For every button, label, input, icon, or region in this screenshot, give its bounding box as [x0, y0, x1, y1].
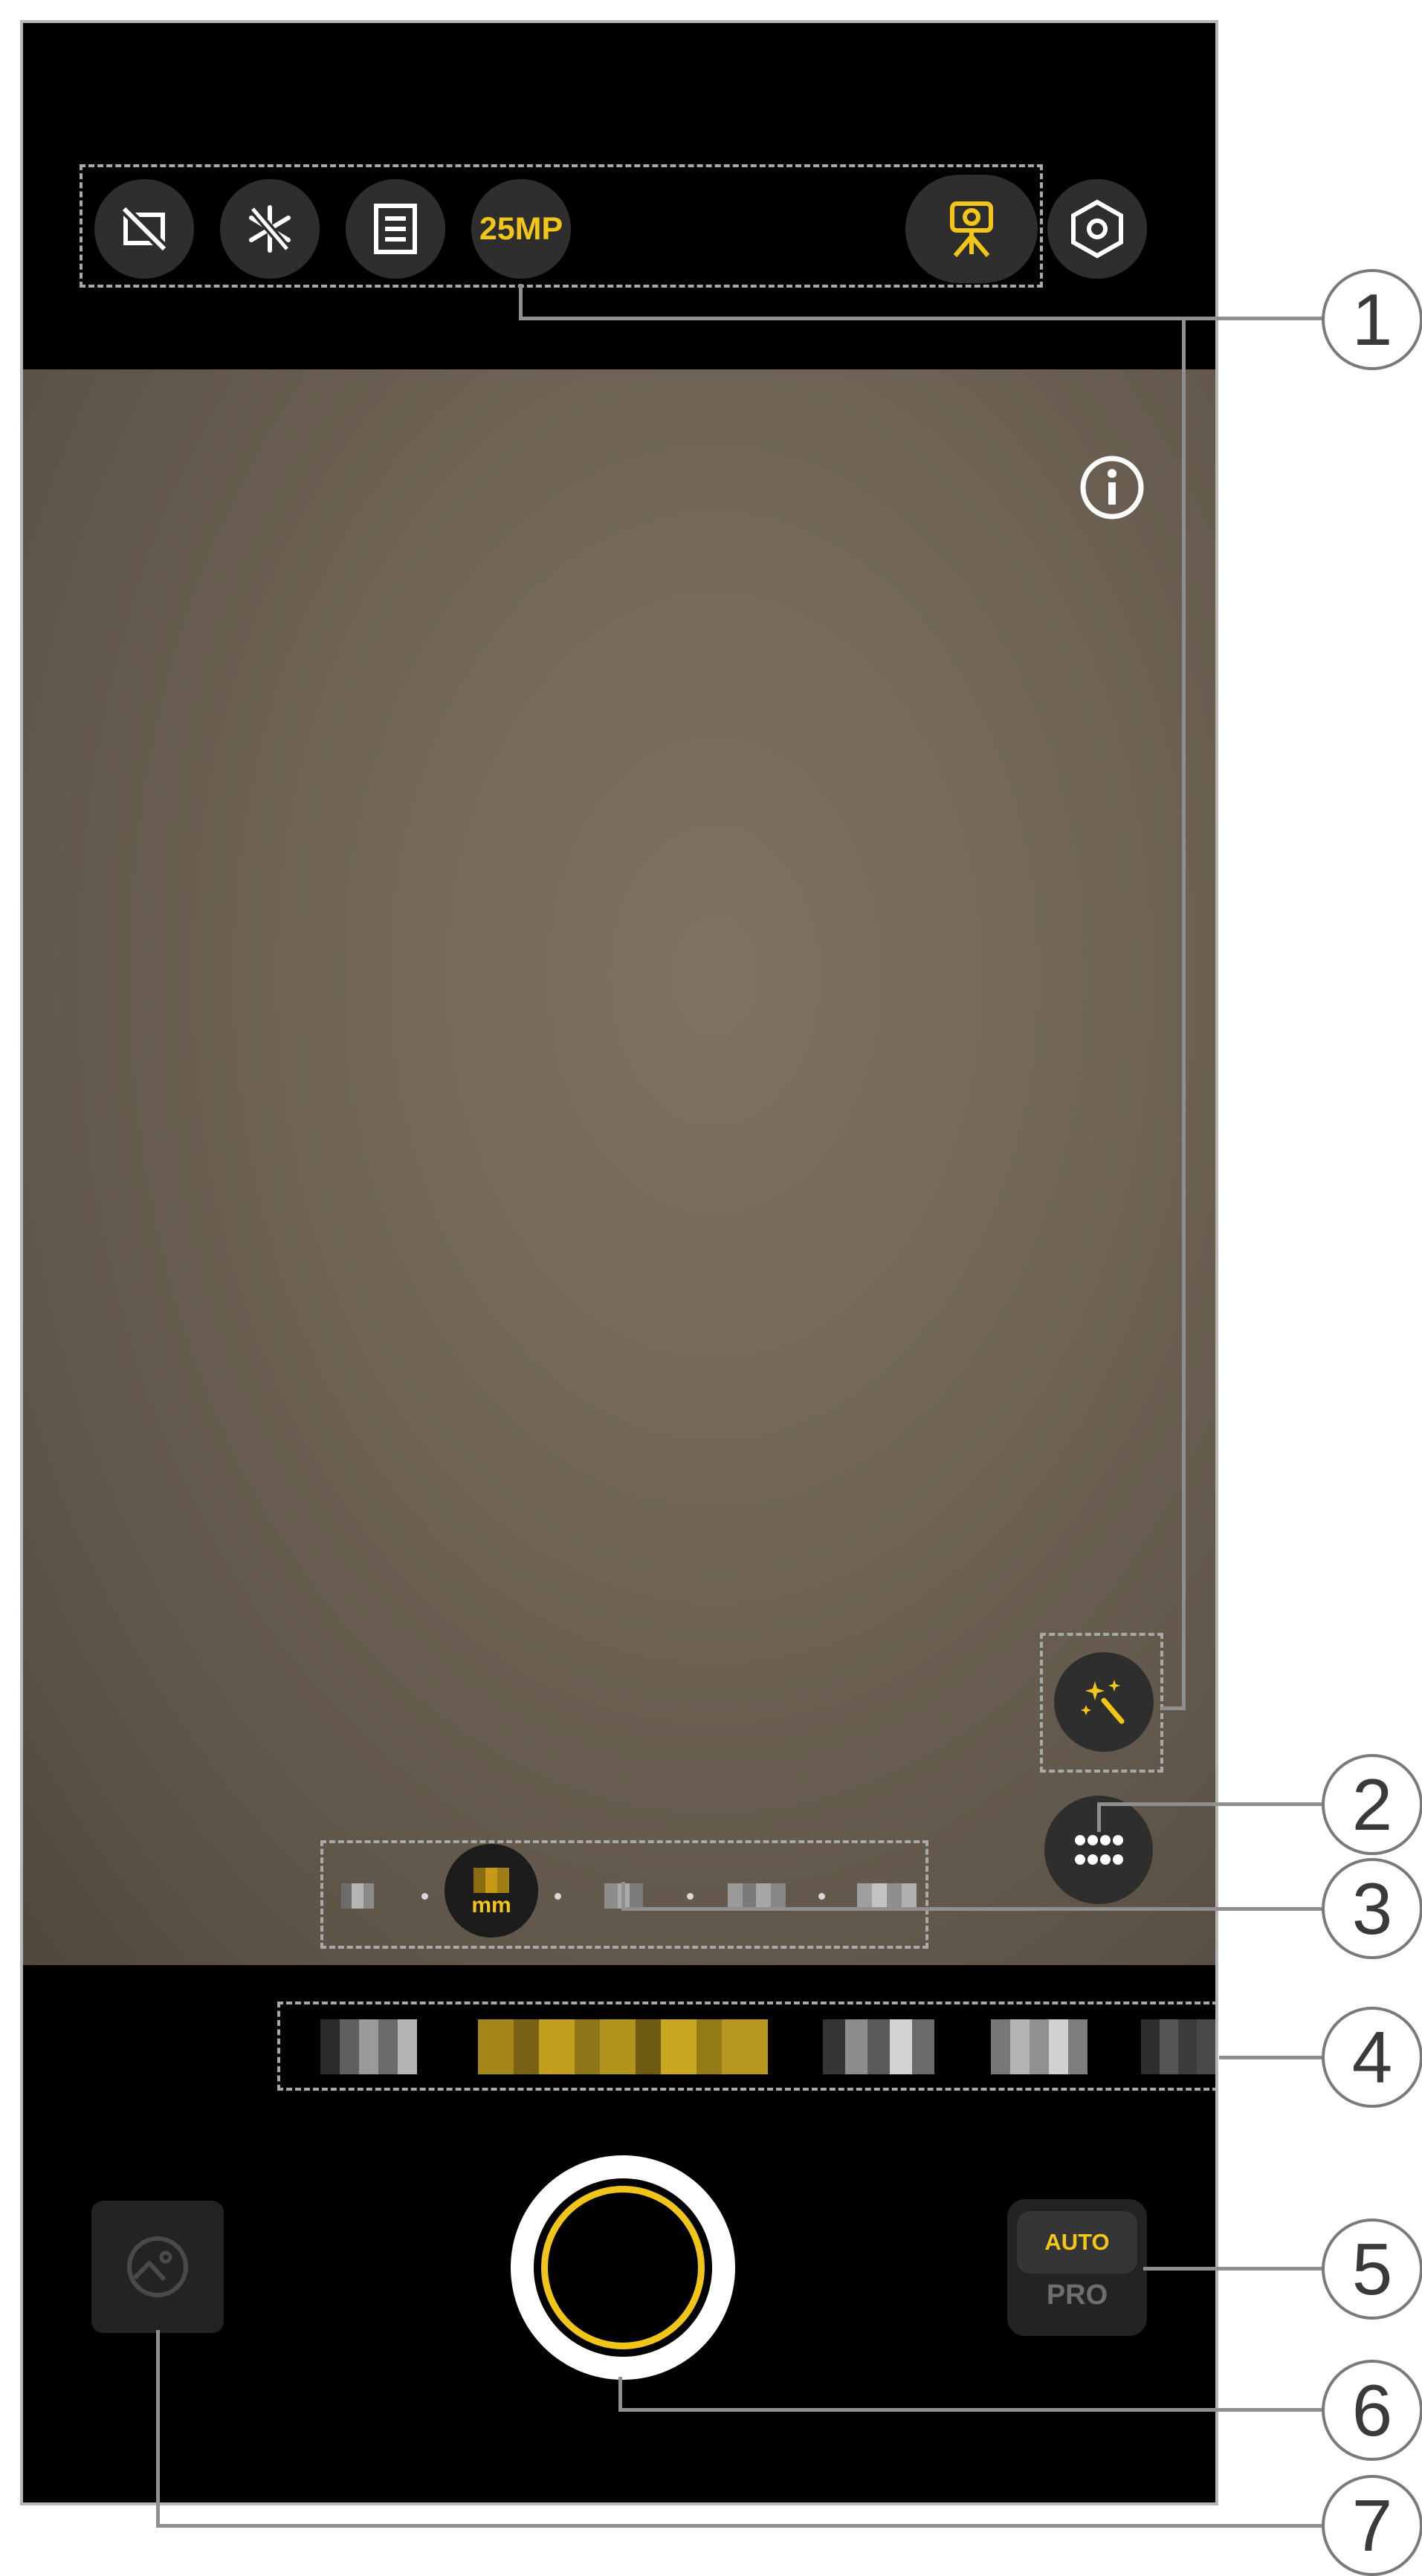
frame-off-icon[interactable]	[94, 179, 194, 279]
callout-2: 2	[1322, 1754, 1422, 1855]
callout-3: 3	[1322, 1858, 1422, 1959]
callout-6-connector	[618, 2408, 1323, 2412]
mode-auto-label[interactable]: AUTO	[1017, 2211, 1137, 2274]
camera-viewfinder[interactable]: mm	[23, 369, 1215, 1965]
mode-item-selected[interactable]	[478, 2019, 768, 2074]
callout-1-connector	[1182, 318, 1186, 1709]
settings-hexagon-icon[interactable]	[1047, 179, 1147, 279]
auto-pro-toggle[interactable]: AUTO PRO	[1007, 2199, 1147, 2336]
zoom-separator	[421, 1893, 428, 1900]
zoom-unit-label: mm	[471, 1893, 511, 1918]
callout-3-connector	[621, 1882, 625, 1910]
resolution-button[interactable]: 25MP	[471, 179, 571, 279]
callout-6-connector	[618, 2377, 622, 2411]
zoom-separator	[687, 1893, 694, 1900]
sparkle-wand-icon[interactable]	[1054, 1652, 1154, 1752]
zoom-option-selected[interactable]: mm	[445, 1844, 538, 1938]
callout-1-connector	[519, 317, 1323, 320]
menu-list-icon[interactable]	[346, 179, 445, 279]
callout-2-connector	[1097, 1802, 1323, 1806]
callout-7: 7	[1322, 2475, 1422, 2576]
shutter-button[interactable]	[511, 2155, 735, 2380]
info-icon[interactable]	[1079, 454, 1145, 521]
shutter-ring	[534, 2178, 712, 2357]
gallery-thumbnail[interactable]	[91, 2201, 224, 2333]
callout-5-connector	[1143, 2267, 1323, 2271]
zoom-option-5[interactable]	[857, 1883, 917, 1909]
callout-7-connector	[156, 2524, 1323, 2528]
callout-1-connector	[1161, 1706, 1186, 1710]
mode-item-1[interactable]	[320, 2019, 417, 2074]
gallery-icon	[127, 2236, 188, 2297]
zoom-option-4[interactable]	[728, 1883, 786, 1909]
mode-item-4[interactable]	[991, 2019, 1087, 2074]
shutter-inner	[541, 2186, 705, 2349]
callout-1: 1	[1322, 269, 1422, 370]
zoom-selected-value	[474, 1868, 509, 1893]
flash-off-icon[interactable]	[220, 179, 320, 279]
zoom-option-1[interactable]	[341, 1883, 374, 1909]
camera-on-tripod-icon[interactable]	[905, 175, 1038, 283]
mode-pro-label[interactable]: PRO	[1007, 2279, 1147, 2311]
callout-4: 4	[1322, 2007, 1422, 2108]
callout-5: 5	[1322, 2219, 1422, 2320]
callout-4-connector	[1219, 2056, 1323, 2059]
callout-6: 6	[1322, 2360, 1422, 2461]
callout-2-connector	[1097, 1802, 1101, 1832]
callout-3-connector	[621, 1907, 1323, 1911]
camera-screen: 25MP mm AUTO PRO	[20, 20, 1218, 2505]
callout-7-connector	[156, 2330, 160, 2527]
callout-1-connector	[519, 284, 523, 318]
resolution-label: 25MP	[479, 210, 563, 247]
zoom-separator	[818, 1893, 825, 1900]
mode-item-3[interactable]	[823, 2019, 934, 2074]
mode-item-5[interactable]	[1141, 2019, 1215, 2074]
zoom-separator	[555, 1893, 561, 1900]
